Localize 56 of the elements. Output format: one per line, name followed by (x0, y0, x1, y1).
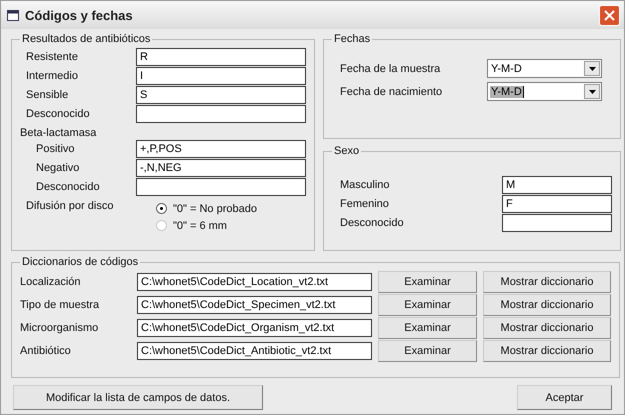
dropdown-icon[interactable] (584, 84, 600, 99)
accept-button[interactable]: Aceptar (517, 385, 612, 410)
field-label: Resistente (26, 50, 79, 62)
field-label: Positivo (36, 142, 76, 154)
section-label: Beta-lactamasa (20, 127, 98, 139)
field-label: Intermedio (26, 70, 79, 82)
field-label: Desconocido (36, 180, 101, 192)
browse-button[interactable]: Examinar (378, 270, 477, 292)
field-label: Masculino (340, 178, 391, 190)
dropdown-field[interactable]: Y-M-D (487, 59, 602, 78)
field-label: Desconocido (26, 108, 91, 120)
group-title: Resultados de antibióticos (21, 33, 152, 45)
input-field[interactable]: +,P,POS (136, 140, 306, 158)
field-label: Fecha de nacimiento (340, 86, 444, 98)
dropdown-icon[interactable] (584, 61, 600, 76)
window-title: Códigos y fechas (25, 8, 134, 22)
input-field[interactable]: M (502, 176, 612, 194)
field-label: Femenino (340, 198, 390, 210)
input-field[interactable]: S (136, 86, 306, 104)
input-field[interactable]: C:\whonet5\CodeDict_Specimen_vt2.txt (137, 296, 372, 314)
field-label: Tipo de muestra (20, 298, 100, 310)
input-field[interactable]: C:\whonet5\CodeDict_Organism_vt2.txt (137, 318, 372, 336)
modify-fields-button[interactable]: Modificar la lista de campos de datos. (13, 385, 263, 410)
input-field[interactable] (136, 178, 306, 196)
input-field[interactable]: I (136, 66, 306, 84)
dropdown-field[interactable]: Y-M-D (487, 82, 602, 101)
browse-button[interactable]: Examinar (378, 316, 477, 338)
input-field[interactable]: F (502, 194, 612, 212)
show-dictionary-button[interactable]: Mostrar diccionario (483, 316, 611, 338)
group-title: Sexo (333, 145, 360, 157)
radio-option[interactable]: "0" = No probado (156, 200, 257, 217)
input-field[interactable] (136, 104, 306, 122)
browse-button[interactable]: Examinar (378, 340, 477, 362)
group-title: Fechas (333, 33, 372, 45)
show-dictionary-button[interactable]: Mostrar diccionario (483, 340, 611, 362)
field-label: Microorganismo (20, 322, 100, 334)
close-button[interactable] (599, 4, 620, 26)
field-label: Negativo (36, 162, 80, 174)
radio-option[interactable]: "0" = 6 mm (156, 217, 257, 234)
show-dictionary-button[interactable]: Mostrar diccionario (483, 270, 611, 292)
field-label: Difusión por disco (26, 200, 114, 212)
browse-button[interactable]: Examinar (378, 294, 477, 316)
input-field[interactable]: -,N,NEG (136, 158, 306, 176)
window-icon (7, 10, 19, 20)
field-label: Sensible (26, 88, 70, 100)
field-label: Fecha de la muestra (340, 62, 442, 74)
field-label: Localización (20, 276, 82, 288)
field-label: Desconocido (340, 216, 405, 228)
group-title: Diccionarios de códigos (21, 256, 140, 268)
field-label: Antibiótico (20, 344, 72, 356)
show-dictionary-button[interactable]: Mostrar diccionario (483, 294, 611, 316)
close-icon (604, 10, 615, 20)
input-field[interactable]: R (136, 48, 306, 66)
input-field[interactable] (502, 214, 612, 232)
input-field[interactable]: C:\whonet5\CodeDict_Location_vt2.txt (137, 272, 372, 290)
input-field[interactable]: C:\whonet5\CodeDict_Antibiotic_vt2.txt (137, 342, 372, 360)
